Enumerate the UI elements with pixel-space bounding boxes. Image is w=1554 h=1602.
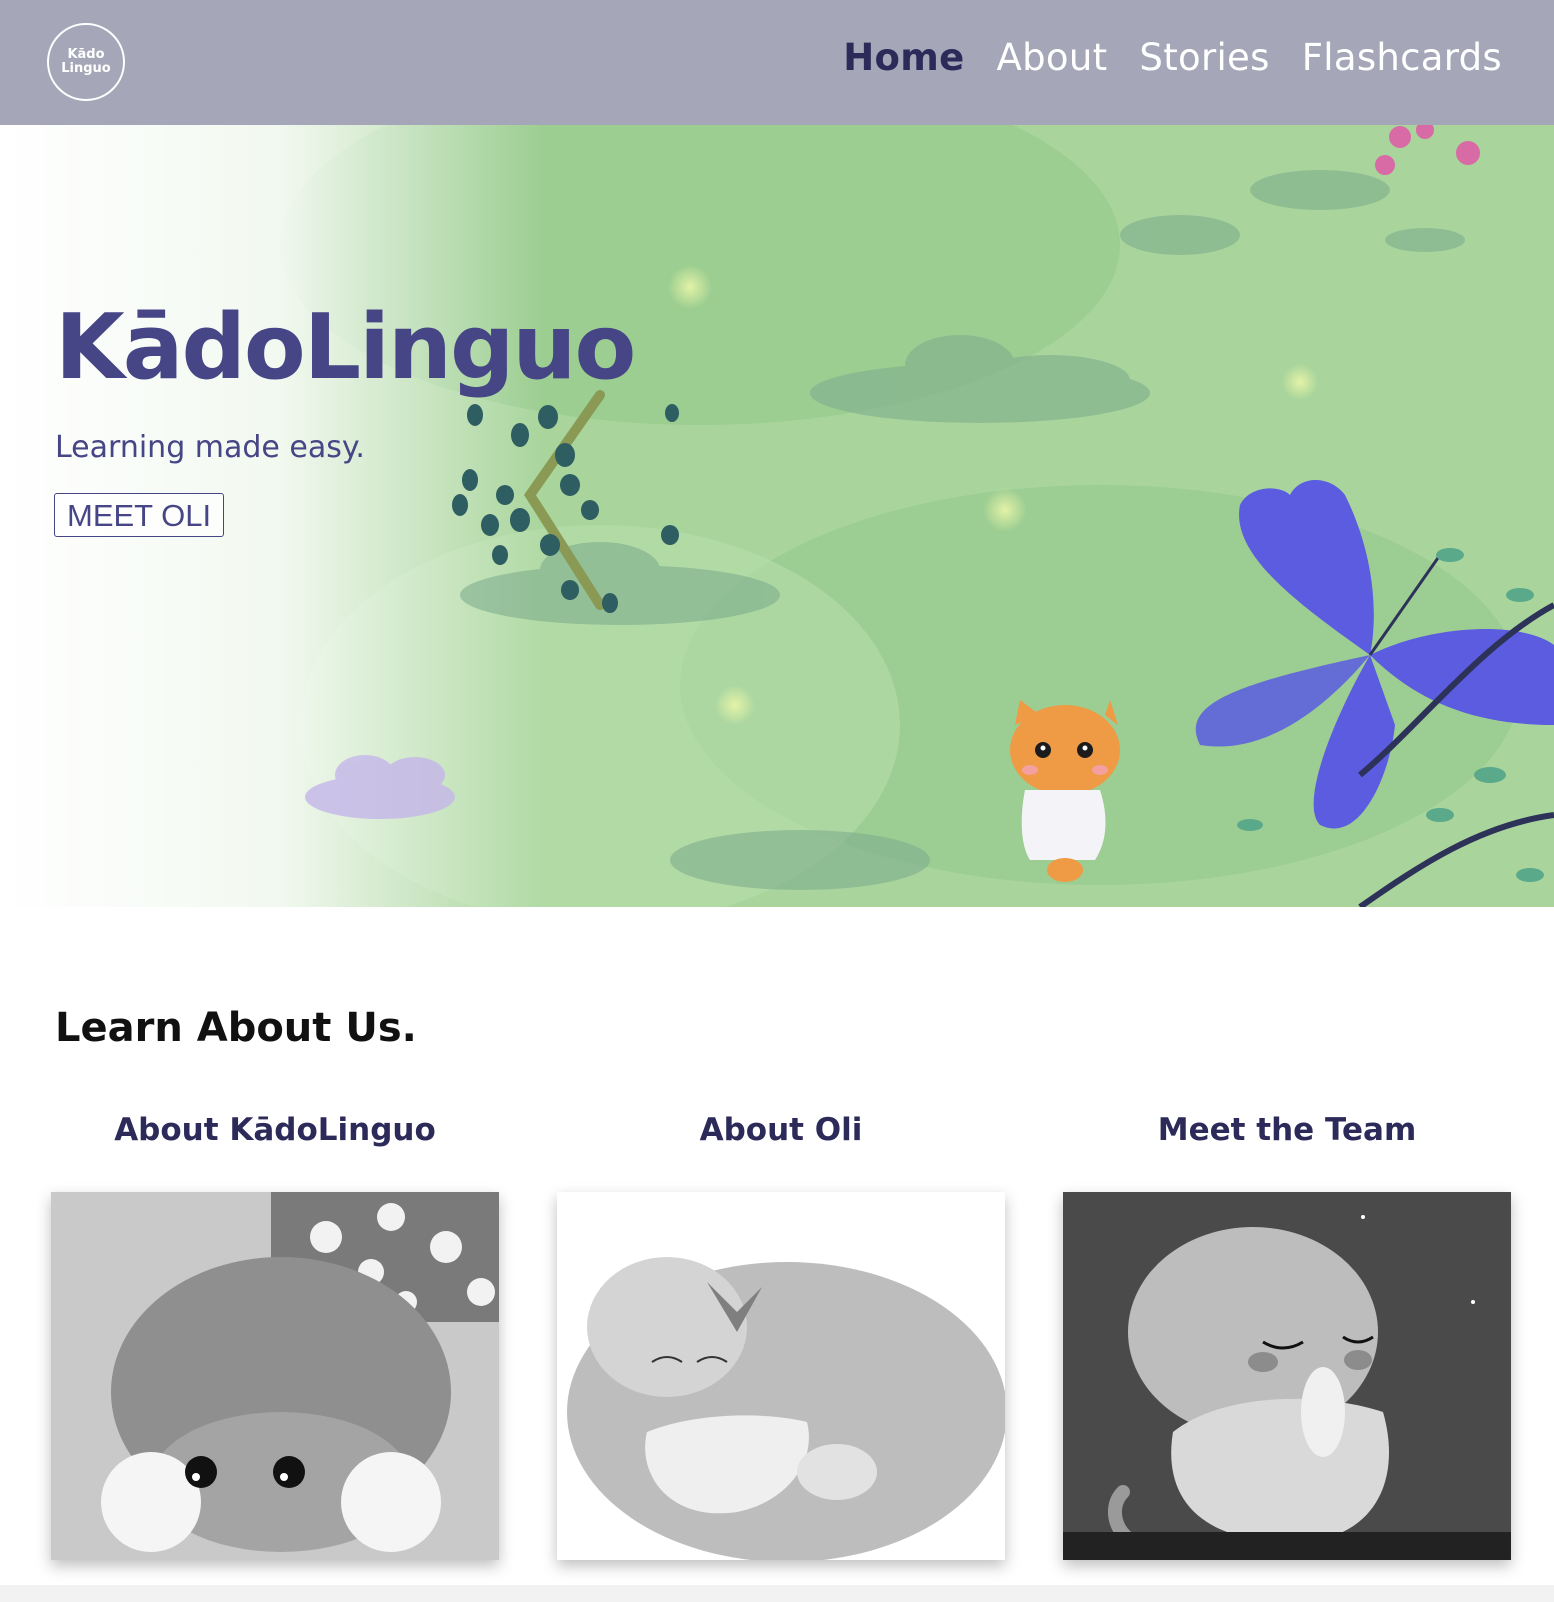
site-header: Kādo Linguo Home About Stories Flashcard… <box>0 0 1554 125</box>
card-image-night-cat[interactable] <box>1063 1192 1511 1560</box>
hero-banner: KādoLinguo Learning made easy. MEET OLI <box>0 125 1554 907</box>
card-image-sleeping-cat[interactable] <box>557 1192 1005 1560</box>
meet-oli-button[interactable]: MEET OLI <box>54 493 225 537</box>
page-bottom-strip <box>0 1585 1554 1602</box>
card-title: About KādoLinguo <box>114 1112 436 1148</box>
nav-flashcards[interactable]: Flashcards <box>1302 36 1502 79</box>
site-logo[interactable]: Kādo Linguo <box>47 23 125 101</box>
logo-line-1: Kādo <box>67 47 105 62</box>
hero-subtitle: Learning made easy. <box>55 430 365 465</box>
card-image-upside-down-cat[interactable] <box>51 1192 499 1560</box>
nav-home[interactable]: Home <box>843 36 964 79</box>
main-nav: Home About Stories Flashcards <box>843 36 1502 79</box>
nav-stories[interactable]: Stories <box>1139 36 1269 79</box>
logo-line-2: Linguo <box>61 61 111 76</box>
section-title: Learn About Us. <box>55 1005 417 1051</box>
card-title: Meet the Team <box>1157 1112 1417 1148</box>
hero-illustration <box>0 125 1554 907</box>
card-about-oli[interactable]: About Oli <box>557 1100 1005 1560</box>
card-meet-the-team[interactable]: Meet the Team <box>1063 1100 1511 1560</box>
card-title: About Oli <box>699 1112 863 1148</box>
nav-about[interactable]: About <box>997 36 1108 79</box>
hero-title: KādoLinguo <box>55 295 636 400</box>
card-about-kadolinguo[interactable]: About KādoLinguo <box>51 1100 499 1560</box>
